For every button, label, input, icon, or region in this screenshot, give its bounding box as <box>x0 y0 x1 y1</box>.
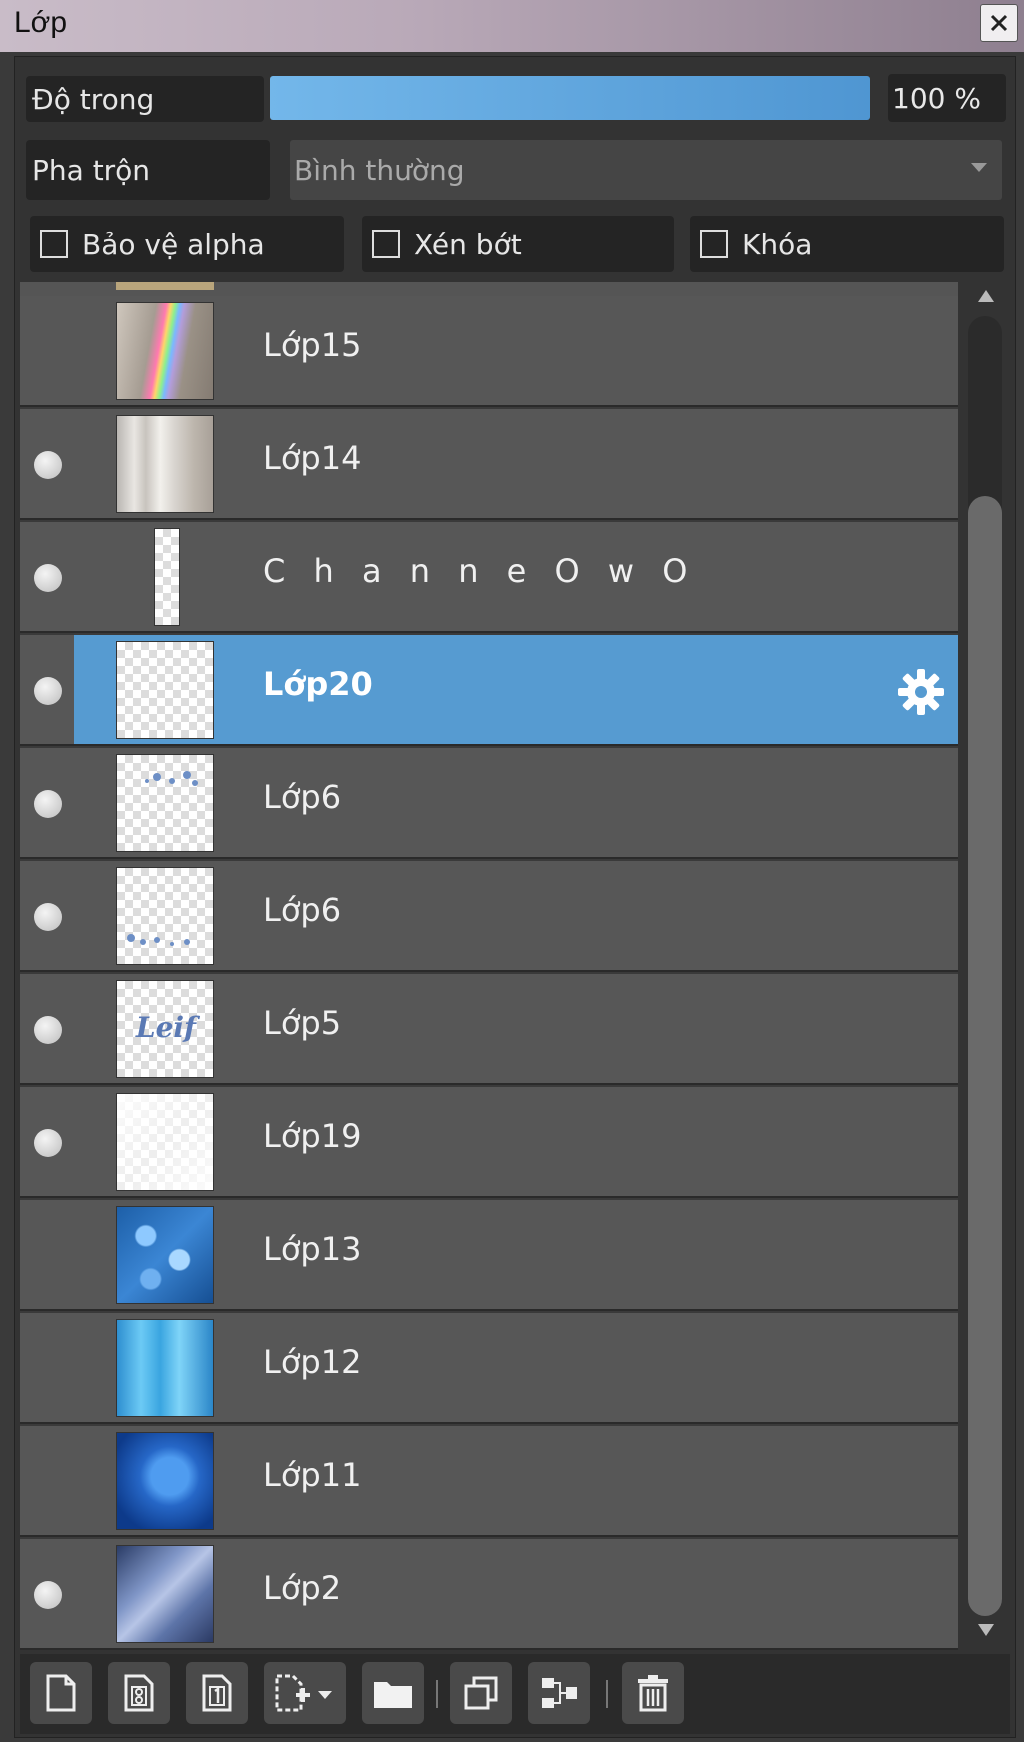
visibility-toggle[interactable] <box>34 1581 62 1609</box>
scroll-thumb[interactable] <box>968 496 1002 1616</box>
layer-name: Lớp14 <box>263 439 362 477</box>
new-layer-icon <box>46 1674 76 1712</box>
clip-label: Xén bớt <box>414 227 522 261</box>
visibility-toggle[interactable] <box>34 1129 62 1157</box>
layer-row[interactable]: Lớp15 <box>20 296 958 407</box>
thumbnail-text: Leif <box>135 1011 201 1044</box>
layers-toolbar <box>20 1654 1010 1734</box>
chevron-down-icon <box>971 163 987 172</box>
layer-row-selected[interactable]: Lớp20 <box>20 635 958 746</box>
layer-thumbnail <box>116 1093 214 1191</box>
layer-name: Lớp15 <box>263 326 362 364</box>
window-title-bar: Lớp <box>0 0 1024 52</box>
layer-row[interactable]: Lớp12 <box>20 1313 958 1424</box>
layers-scrollbar[interactable] <box>962 282 1010 1650</box>
clip-checkbox[interactable]: Xén bớt <box>362 216 674 272</box>
layer-thumbnail-art: Leif <box>135 1011 201 1044</box>
opacity-slider[interactable] <box>270 76 870 120</box>
layer-thumbnail <box>116 1319 214 1417</box>
visibility-toggle[interactable] <box>34 1016 62 1044</box>
lock-label: Khóa <box>742 227 813 261</box>
layers-list[interactable]: Lớp15 Lớp14 C h a n n e O w O Lớp20 Lớp6… <box>20 282 958 1650</box>
layer-thumbnail <box>116 867 214 965</box>
blend-mode-select[interactable]: Bình thường <box>290 140 1002 200</box>
layer-name: Lớp12 <box>263 1343 362 1381</box>
checkbox-square <box>700 230 728 258</box>
scroll-up-arrow-icon[interactable] <box>976 288 996 304</box>
opacity-label: Độ trong <box>26 76 264 122</box>
opacity-value[interactable]: 100 % <box>888 74 1006 122</box>
add-layer-menu-icon <box>275 1674 332 1712</box>
layer-name: Lớp2 <box>263 1569 342 1607</box>
layer-thumbnail: Leif <box>116 980 214 1078</box>
merge-layer-button[interactable] <box>528 1662 590 1724</box>
layer-row[interactable]: Lớp6 <box>20 861 958 972</box>
toolbar-separator <box>606 1680 608 1708</box>
visibility-toggle[interactable] <box>34 790 62 818</box>
layer-name: Lớp6 <box>263 778 342 816</box>
layer-thumbnail <box>116 1432 214 1530</box>
delete-layer-button[interactable] <box>622 1662 684 1724</box>
thumbnail-overlay <box>117 1094 213 1190</box>
layer-row[interactable]: Leif Lớp5 <box>20 974 958 1085</box>
layer-row[interactable]: Lớp11 <box>20 1426 958 1537</box>
layer-thumbnail <box>116 415 214 513</box>
layer-row[interactable]: Lớp6 <box>20 748 958 859</box>
layer-thumbnail <box>116 1206 214 1304</box>
lock-checkbox[interactable]: Khóa <box>690 216 1004 272</box>
close-button[interactable] <box>980 4 1018 42</box>
layer-name: Lớp11 <box>263 1456 362 1494</box>
toolbar-separator <box>436 1680 438 1708</box>
layer-row[interactable]: C h a n n e O w O <box>20 522 958 633</box>
layer-row[interactable]: Lớp14 <box>20 409 958 520</box>
trash-icon <box>638 1675 668 1712</box>
visibility-toggle[interactable] <box>34 903 62 931</box>
layer-thumbnail <box>116 641 214 739</box>
checkbox-square <box>372 230 400 258</box>
new-8bit-layer-button[interactable] <box>108 1662 170 1724</box>
new-folder-button[interactable] <box>362 1662 424 1724</box>
duplicate-layer-icon <box>464 1676 498 1710</box>
new-8bit-layer-icon <box>124 1674 154 1712</box>
folder-icon <box>374 1682 412 1708</box>
new-layer-button[interactable] <box>30 1662 92 1724</box>
layer-thumbnail <box>116 302 214 400</box>
duplicate-layer-button[interactable] <box>450 1662 512 1724</box>
add-layer-menu-button[interactable] <box>264 1662 346 1724</box>
layer-name: Lớp13 <box>263 1230 362 1268</box>
layer-thumbnail-art <box>127 934 190 946</box>
layer-thumbnail <box>116 754 214 852</box>
layer-row[interactable]: Lớp19 <box>20 1087 958 1198</box>
blend-mode-label: Pha trộn <box>26 140 270 200</box>
partial-layer-thumbnail <box>116 282 214 290</box>
layer-row[interactable]: Lớp2 <box>20 1539 958 1650</box>
opacity-slider-fill <box>270 76 870 120</box>
layer-thumbnail <box>154 528 180 626</box>
layer-row[interactable]: Lớp13 <box>20 1200 958 1311</box>
layer-name: Lớp20 <box>263 665 373 703</box>
checkbox-square <box>40 230 68 258</box>
layer-name: Lớp6 <box>263 891 342 929</box>
layer-name: Lớp5 <box>263 1004 342 1042</box>
close-icon <box>990 14 1008 32</box>
visibility-toggle[interactable] <box>34 564 62 592</box>
protect-alpha-checkbox[interactable]: Bảo vệ alpha <box>30 216 344 272</box>
blend-mode-value: Bình thường <box>294 153 465 187</box>
layer-thumbnail <box>116 1545 214 1643</box>
new-1bit-layer-icon <box>202 1674 232 1712</box>
gear-icon[interactable] <box>896 667 946 717</box>
visibility-toggle[interactable] <box>34 677 62 705</box>
visibility-toggle[interactable] <box>34 451 62 479</box>
window-title: Lớp <box>14 6 68 39</box>
scroll-down-arrow-icon[interactable] <box>976 1622 996 1638</box>
merge-layer-icon <box>542 1678 577 1708</box>
layer-thumbnail-art <box>145 771 198 786</box>
layer-name: Lớp19 <box>263 1117 362 1155</box>
protect-alpha-label: Bảo vệ alpha <box>82 227 265 261</box>
new-1bit-layer-button[interactable] <box>186 1662 248 1724</box>
layer-name: C h a n n e O w O <box>263 552 697 590</box>
